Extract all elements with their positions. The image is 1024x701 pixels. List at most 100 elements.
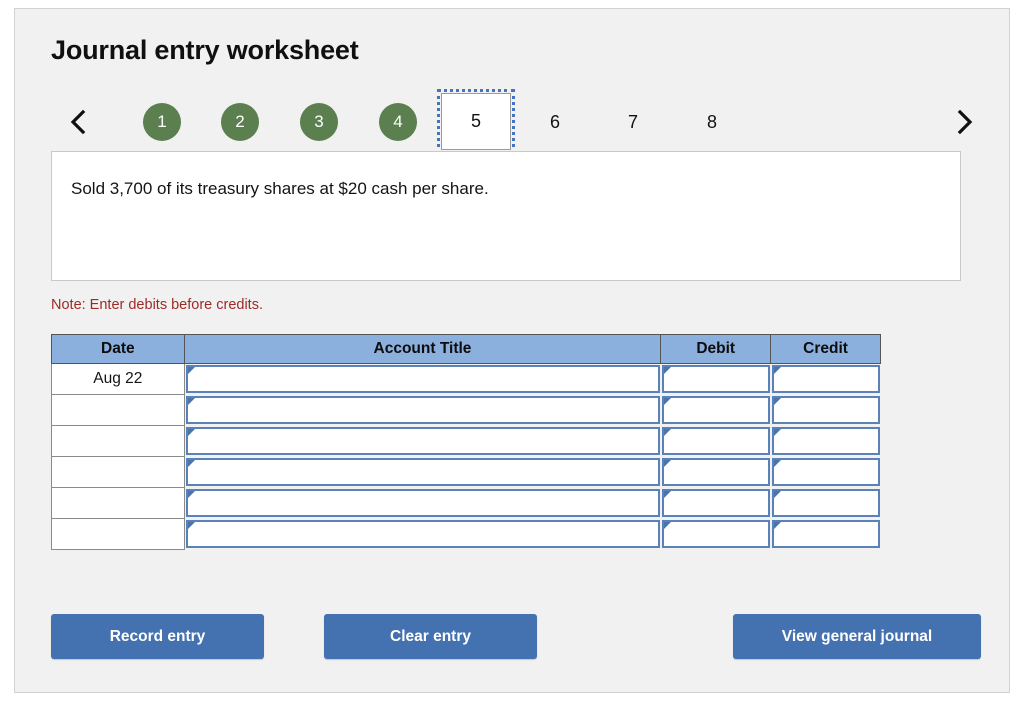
dropdown-triangle-icon [773, 460, 781, 467]
debit-input-4[interactable] [661, 458, 770, 486]
debit-cell-6 [661, 519, 771, 550]
date-cell-2[interactable] [51, 394, 185, 426]
credit-cell-6 [771, 519, 881, 550]
account-title-input-5[interactable] [185, 489, 660, 517]
credit-input-1[interactable] [771, 365, 880, 394]
account-title-input-3[interactable] [185, 427, 660, 455]
column-header-debit: Debit [660, 334, 772, 364]
account-title-cell-5 [184, 488, 661, 519]
account-title-cell-4 [184, 457, 661, 488]
record-entry-button[interactable]: Record entry [51, 614, 264, 659]
table-row [51, 456, 881, 488]
step-8[interactable]: 8 [673, 93, 751, 151]
debit-input-3[interactable] [661, 427, 770, 455]
column-header-account-title: Account Title [183, 334, 662, 364]
column-header-credit: Credit [770, 334, 881, 364]
date-cell-6[interactable] [51, 518, 185, 550]
credit-input-3[interactable] [771, 427, 880, 455]
view-general-journal-button[interactable]: View general journal [733, 614, 981, 659]
step-2-label: 2 [221, 103, 259, 141]
date-cell-4[interactable] [51, 456, 185, 488]
step-3-label: 3 [300, 103, 338, 141]
debit-cell-1 [661, 364, 771, 395]
step-7-label: 7 [627, 111, 638, 132]
worksheet-card: Journal entry worksheet 1 2 3 4 5 6 7 8 … [14, 8, 1010, 693]
debits-before-credits-note: Note: Enter debits before credits. [51, 297, 263, 313]
dropdown-triangle-icon [663, 398, 671, 405]
account-title-input-2[interactable] [185, 396, 660, 424]
dropdown-triangle-icon [187, 429, 195, 436]
table-row [51, 518, 881, 550]
dropdown-triangle-icon [663, 367, 671, 375]
step-7[interactable]: 7 [594, 93, 672, 151]
table-row [51, 394, 881, 426]
column-header-date: Date [51, 334, 185, 364]
step-6[interactable]: 6 [516, 93, 594, 151]
step-8-label: 8 [706, 111, 717, 132]
step-4[interactable]: 4 [359, 93, 437, 151]
account-title-cell-2 [184, 395, 661, 426]
step-1-label: 1 [143, 103, 181, 141]
credit-cell-2 [771, 395, 881, 426]
step-3[interactable]: 3 [280, 93, 358, 151]
page-title: Journal entry worksheet [51, 35, 359, 65]
debit-cell-5 [661, 488, 771, 519]
dropdown-triangle-icon [663, 460, 671, 467]
dropdown-triangle-icon [773, 429, 781, 436]
debit-input-5[interactable] [661, 489, 770, 517]
table-row [51, 425, 881, 457]
step-4-label: 4 [379, 103, 417, 141]
step-pagination: 1 2 3 4 5 6 7 8 [45, 89, 985, 154]
transaction-description-box: Sold 3,700 of its treasury shares at $20… [51, 151, 961, 281]
dropdown-triangle-icon [187, 522, 195, 529]
account-title-input-6[interactable] [185, 520, 660, 548]
dropdown-triangle-icon [187, 491, 195, 498]
debit-cell-2 [661, 395, 771, 426]
dropdown-triangle-icon [187, 460, 195, 467]
dropdown-triangle-icon [663, 491, 671, 498]
credit-input-2[interactable] [771, 396, 880, 424]
step-5[interactable]: 5 [437, 89, 515, 154]
transaction-description-text: Sold 3,700 of its treasury shares at $20… [71, 179, 489, 198]
chevron-right-icon [954, 108, 974, 136]
account-title-cell-1 [184, 364, 661, 395]
debit-cell-3 [661, 426, 771, 457]
dropdown-triangle-icon [663, 522, 671, 529]
chevron-left-icon [68, 108, 88, 136]
table-row [51, 487, 881, 519]
dropdown-triangle-icon [773, 491, 781, 498]
previous-step-button[interactable] [61, 93, 95, 151]
next-step-button[interactable] [947, 93, 981, 151]
credit-cell-5 [771, 488, 881, 519]
journal-entry-table: Date Account Title Debit Credit Aug 22 [51, 334, 881, 550]
dropdown-triangle-icon [187, 398, 195, 405]
account-title-input-4[interactable] [185, 458, 660, 486]
dropdown-triangle-icon [773, 398, 781, 405]
table-row: Aug 22 [51, 363, 881, 395]
step-6-label: 6 [549, 111, 560, 132]
dropdown-triangle-icon [773, 367, 781, 375]
step-5-label: 5 [470, 111, 481, 131]
date-cell-1[interactable]: Aug 22 [51, 363, 185, 395]
credit-input-4[interactable] [771, 458, 880, 486]
debit-input-1[interactable] [661, 365, 770, 394]
table-header-row: Date Account Title Debit Credit [51, 334, 881, 364]
debit-input-6[interactable] [661, 520, 770, 548]
credit-input-6[interactable] [771, 520, 880, 548]
step-2[interactable]: 2 [201, 93, 279, 151]
debit-cell-4 [661, 457, 771, 488]
account-title-cell-3 [184, 426, 661, 457]
account-title-input-1[interactable] [185, 365, 660, 394]
credit-cell-4 [771, 457, 881, 488]
clear-entry-button[interactable]: Clear entry [324, 614, 537, 659]
credit-cell-3 [771, 426, 881, 457]
step-1[interactable]: 1 [123, 93, 201, 151]
account-title-cell-6 [184, 519, 661, 550]
credit-input-5[interactable] [771, 489, 880, 517]
date-cell-3[interactable] [51, 425, 185, 457]
dropdown-triangle-icon [187, 367, 195, 375]
debit-input-2[interactable] [661, 396, 770, 424]
credit-cell-1 [771, 364, 881, 395]
dropdown-triangle-icon [663, 429, 671, 436]
date-cell-5[interactable] [51, 487, 185, 519]
